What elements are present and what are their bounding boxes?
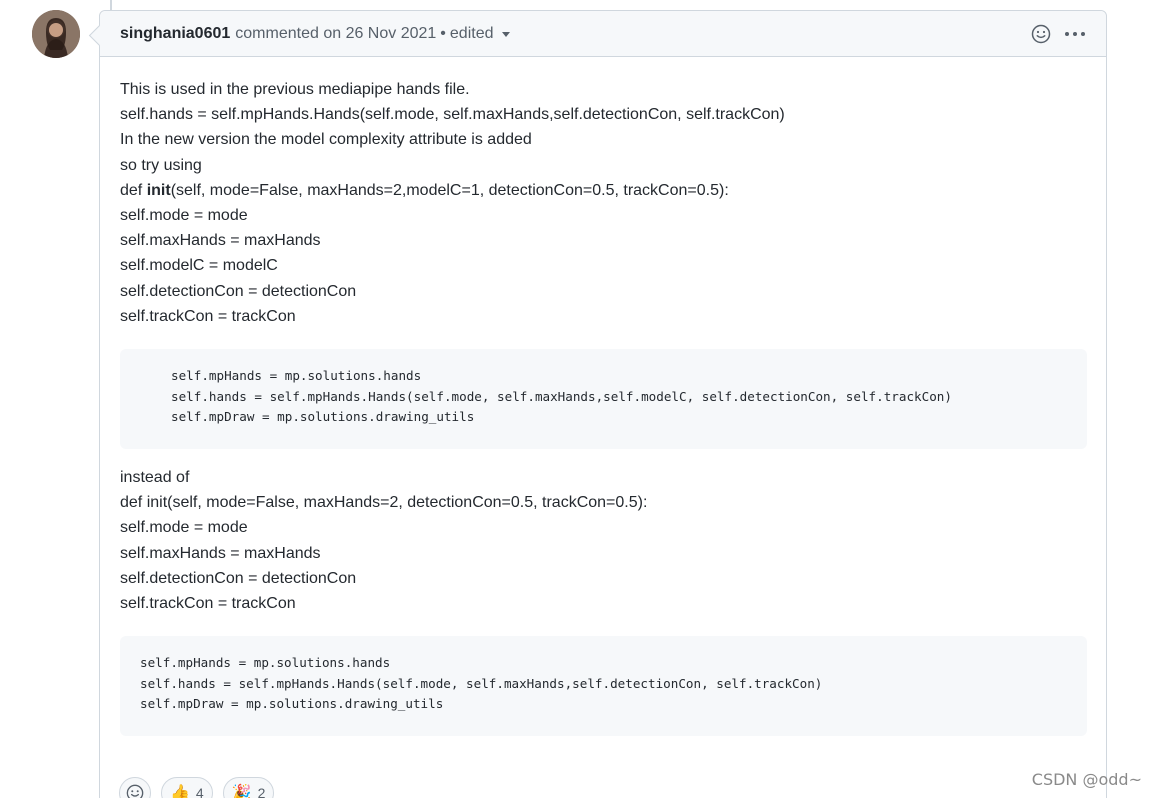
edited-label[interactable]: edited bbox=[450, 25, 494, 42]
meta-separator: • bbox=[440, 24, 446, 42]
def-suffix: (self, mode=False, maxHands=2,modelC=1, … bbox=[170, 181, 729, 199]
kebab-icon[interactable] bbox=[1064, 23, 1086, 45]
reaction-count: 2 bbox=[257, 785, 266, 798]
header-actions bbox=[1030, 23, 1086, 45]
def-bold: init bbox=[146, 181, 171, 199]
reaction-count: 4 bbox=[195, 785, 204, 798]
comment-header: singhania0601 commented on 26 Nov 2021 • e… bbox=[100, 11, 1106, 57]
body-line: self.mode = mode bbox=[120, 519, 248, 537]
body-line: self.detectionCon = detectionCon bbox=[120, 569, 357, 587]
def-prefix: def bbox=[120, 181, 147, 199]
timeline-line bbox=[110, 0, 112, 10]
reactions-bar: 👍 4 🎉 2 bbox=[119, 777, 275, 798]
body-line: self.modelC = modelC bbox=[120, 257, 278, 275]
reaction-party[interactable]: 🎉 2 bbox=[222, 777, 275, 798]
code-line: self.hands = self.mpHands.Hands(self.mod… bbox=[140, 675, 823, 691]
code-line: self.mpHands = mp.solutions.hands bbox=[140, 655, 391, 671]
comment-timestamp[interactable]: commented on 26 Nov 2021 bbox=[235, 25, 436, 42]
code-block-old[interactable]: self.mpHands = mp.solutions.hands self.ha… bbox=[120, 636, 1087, 737]
watermark: CSDN @odd~ bbox=[1031, 770, 1142, 789]
body-line: self.trackCon = trackCon bbox=[120, 595, 296, 613]
code-line: self.mpHands = mp.solutions.hands bbox=[171, 368, 422, 384]
body-line: self.mode = mode bbox=[120, 207, 248, 225]
thumbs-up-icon: 👍 bbox=[170, 785, 190, 798]
body-line: self.maxHands = maxHands bbox=[120, 544, 321, 562]
avatar-image bbox=[32, 10, 80, 58]
add-reaction-button[interactable] bbox=[119, 777, 151, 798]
body-line: In the new version the model complexity … bbox=[120, 131, 532, 149]
smiley-icon[interactable] bbox=[1030, 23, 1052, 45]
body-line: def init(self, mode=False, maxHands=2, d… bbox=[120, 494, 648, 512]
body-line-def: def init(self, mode=False, maxHands=2,mo… bbox=[120, 178, 1087, 203]
body-line: instead of bbox=[120, 469, 190, 487]
body-line: self.trackCon = trackCon bbox=[120, 307, 296, 325]
chevron-down-icon[interactable] bbox=[501, 31, 510, 37]
reaction-thumbs-up[interactable]: 👍 4 bbox=[161, 777, 213, 798]
comment-box: singhania0601 commented on 26 Nov 2021 • e… bbox=[88, 10, 1107, 798]
party-icon: 🎉 bbox=[231, 785, 252, 798]
avatar[interactable] bbox=[32, 10, 80, 58]
add-reaction-icon bbox=[126, 784, 144, 798]
body-line: self.detectionCon = detectionCon bbox=[120, 282, 357, 300]
code-line: self.hands = self.mpHands.Hands(self.mod… bbox=[171, 388, 952, 404]
body-line: This is used in the previous mediapipe h… bbox=[120, 81, 470, 98]
body-line: so try using bbox=[120, 156, 202, 174]
comment-meta: commented on 26 Nov 2021 • edited bbox=[235, 24, 510, 43]
page: singhania0601 commented on 26 Nov 2021 • e… bbox=[0, 0, 1156, 798]
comment-body: This is used in the previous mediapipe h… bbox=[100, 57, 1106, 737]
code-line: self.mpDraw = mp.solutions.drawing_utils bbox=[171, 409, 475, 425]
code-line: self.mpDraw = mp.solutions.drawing_utils bbox=[140, 696, 444, 712]
code-block-new[interactable]: self.mpHands = mp.solutions.hands self.ha… bbox=[120, 349, 1087, 450]
body-line: self.hands = self.mpHands.Hands(self.mod… bbox=[120, 106, 785, 124]
author-link[interactable]: singhania0601 bbox=[120, 25, 230, 43]
body-line: self.maxHands = maxHands bbox=[120, 232, 321, 250]
